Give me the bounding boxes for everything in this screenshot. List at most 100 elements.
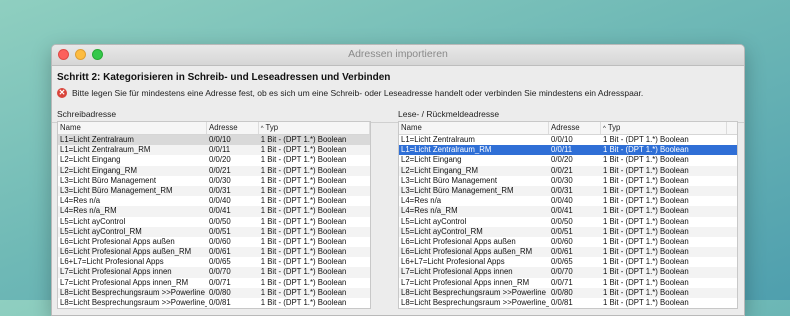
address-cell: 0/0/10 bbox=[209, 135, 231, 144]
type-cell: 1 Bit - (DPT 1.*) Boolean bbox=[260, 287, 347, 297]
table-row[interactable]: L6+L7=Licht Profesional Apps 0/0/65 1 Bit … bbox=[58, 257, 370, 267]
type-cell: 1 Bit - (DPT 1.*) Boolean bbox=[603, 267, 689, 277]
write-address-table[interactable]: Name Adresse ^ Typ L1=Licht Zentralraum 0/… bbox=[57, 121, 371, 310]
type-cell: 1 Bit - (DPT 1.*) Boolean bbox=[260, 145, 347, 155]
name-cell: L4=Res n/a_RM bbox=[401, 206, 458, 216]
table-row[interactable]: L3=Licht Büro Management_RM 0/0/31 1 Bit -… bbox=[399, 185, 737, 197]
table-row[interactable]: L4=Res n/a 0/0/40 1 Bit - (DPT 1.*) Boolea… bbox=[58, 196, 370, 206]
type-cell: 1 Bit - (DPT 1.*) Boolean bbox=[260, 257, 347, 267]
name-cell: L7=Licht Profesional Apps innen bbox=[60, 267, 172, 277]
table-header: Name Adresse ^ Typ bbox=[399, 122, 737, 135]
read-address-table[interactable]: Name Adresse ^ Typ L1=Licht Zentralraum 0/… bbox=[398, 121, 738, 310]
table-row[interactable]: L8=Licht Besprechungsraum >>Powerline 0/0… bbox=[58, 287, 370, 298]
table-row[interactable]: L5=Licht ayControl_RM 0/0/51 1 Bit - (DPT … bbox=[399, 226, 737, 237]
column-header-name[interactable]: Name bbox=[58, 122, 208, 134]
type-cell: 1 Bit - (DPT 1.*) Boolean bbox=[260, 277, 347, 287]
address-cell: 0/0/40 bbox=[209, 196, 231, 206]
table-header: Name Adresse ^ Typ bbox=[58, 122, 370, 135]
table-row[interactable]: L2=Licht Eingang_RM 0/0/21 1 Bit - (DPT 1.… bbox=[58, 165, 370, 176]
type-cell: 1 Bit - (DPT 1.*) Boolean bbox=[260, 226, 347, 236]
column-header-type[interactable]: ^ Typ bbox=[259, 122, 370, 134]
table-row[interactable]: L5=Licht ayControl 0/0/50 1 Bit - (DPT 1.*… bbox=[58, 217, 370, 227]
type-cell: 1 Bit - (DPT 1.*) Boolean bbox=[603, 155, 689, 165]
type-cell: 1 Bit - (DPT 1.*) Boolean bbox=[260, 196, 347, 206]
table-row[interactable]: L1=Licht Zentralraum_RM 0/0/11 1 Bit - (DP… bbox=[58, 145, 370, 156]
type-cell: 1 Bit - (DPT 1.*) Boolean bbox=[603, 216, 689, 226]
address-cell: 0/0/61 bbox=[551, 247, 573, 257]
column-header-name[interactable]: Name bbox=[399, 122, 549, 134]
type-cell: 1 Bit - (DPT 1.*) Boolean bbox=[260, 185, 347, 195]
address-cell: 0/0/80 bbox=[209, 287, 231, 297]
table-row[interactable]: L4=Res n/a_RM 0/0/41 1 Bit - (DPT 1.*) Boo… bbox=[58, 206, 370, 217]
table-row[interactable]: L4=Res n/a_RM 0/0/41 1 Bit - (DPT 1.*) Boo… bbox=[399, 206, 737, 217]
address-cell: 0/0/50 bbox=[551, 216, 573, 226]
address-cell: 0/0/65 bbox=[209, 257, 231, 267]
sort-asc-icon: ^ bbox=[260, 126, 264, 132]
table-row[interactable]: L1=Licht Zentralraum_RM 0/0/11 1 Bit - (DP… bbox=[399, 145, 737, 156]
type-cell: 1 Bit - (DPT 1.*) Boolean bbox=[603, 226, 689, 236]
error-icon: ✕ bbox=[57, 88, 67, 98]
table-row[interactable]: L7=Licht Profesional Apps innen_RM 0/0/71… bbox=[399, 278, 737, 288]
name-cell: L7=Licht Profesional Apps innen bbox=[401, 267, 513, 277]
name-cell: L3=Licht Büro Management bbox=[60, 175, 157, 185]
table-row[interactable]: L3=Licht Büro Management 0/0/30 1 Bit - (D… bbox=[399, 176, 737, 186]
table-row[interactable]: L7=Licht Profesional Apps innen 0/0/70 1 B… bbox=[399, 267, 737, 278]
name-cell: L2=Licht Eingang_RM bbox=[60, 165, 137, 175]
name-cell: L3=Licht Büro Management_RM bbox=[401, 185, 514, 195]
table-row[interactable]: L3=Licht Büro Management 0/0/30 1 Bit - (D… bbox=[58, 176, 370, 186]
name-cell: L8=Licht Besprechungsraum >>Powerline bbox=[60, 287, 205, 297]
address-cell: 0/0/50 bbox=[209, 216, 231, 226]
table-row[interactable]: L3=Licht Büro Management_RM 0/0/31 1 Bit -… bbox=[58, 185, 370, 197]
table-row[interactable]: L2=Licht Eingang 0/0/20 1 Bit - (DPT 1.*) … bbox=[58, 155, 370, 165]
type-cell: 1 Bit - (DPT 1.*) Boolean bbox=[603, 165, 689, 175]
type-cell: 1 Bit - (DPT 1.*) Boolean bbox=[260, 155, 347, 165]
type-cell: 1 Bit - (DPT 1.*) Boolean bbox=[603, 236, 689, 246]
step-title: Schritt 2: Kategorisieren in Schreib- un… bbox=[57, 72, 391, 83]
table-row[interactable]: L6=Licht Profesional Apps außen_RM 0/0/61… bbox=[399, 247, 737, 258]
table-row[interactable]: L6+L7=Licht Profesional Apps 0/0/65 1 Bit … bbox=[399, 257, 737, 267]
type-cell: 1 Bit - (DPT 1.*) Boolean bbox=[603, 287, 689, 297]
table-row[interactable]: L6=Licht Profesional Apps außen 0/0/60 1 B… bbox=[399, 237, 737, 247]
table-row[interactable]: L4=Res n/a 0/0/40 1 Bit - (DPT 1.*) Boolea… bbox=[399, 196, 737, 206]
import-addresses-window: Adressen importieren Schritt 2: Kategori… bbox=[51, 44, 745, 316]
title-bar[interactable]: Adressen importieren bbox=[52, 45, 744, 66]
type-cell: 1 Bit - (DPT 1.*) Boolean bbox=[603, 185, 689, 195]
name-cell: L8=Licht Besprechungsraum >>Powerline bbox=[401, 287, 546, 297]
info-message: ✕ Bitte legen Sie für mindestens eine Ad… bbox=[57, 88, 643, 98]
table-row[interactable]: L6=Licht Profesional Apps außen_RM 0/0/61… bbox=[58, 247, 370, 258]
address-cell: 0/0/60 bbox=[551, 236, 573, 246]
table-row[interactable]: L5=Licht ayControl 0/0/50 1 Bit - (DPT 1.*… bbox=[399, 217, 737, 227]
table-row[interactable]: L6=Licht Profesional Apps außen 0/0/60 1 B… bbox=[58, 237, 370, 247]
address-header-label: Adresse bbox=[551, 123, 580, 132]
name-cell: L2=Licht Eingang bbox=[401, 155, 462, 165]
address-cell: 0/0/51 bbox=[551, 226, 573, 236]
address-cell: 0/0/80 bbox=[551, 287, 573, 297]
type-cell: 1 Bit - (DPT 1.*) Boolean bbox=[603, 206, 689, 216]
name-cell: L6+L7=Licht Profesional Apps bbox=[401, 257, 505, 267]
table-row[interactable]: L8=Licht Besprechungsraum >>Powerline 0/0… bbox=[399, 287, 737, 298]
address-cell: 0/0/40 bbox=[551, 196, 573, 206]
column-header-type[interactable]: ^ Typ bbox=[601, 122, 727, 134]
write-address-panel: Schreibadresse Name Adresse ^ Typ L1=Lich… bbox=[57, 107, 371, 310]
read-address-panel: Lese- / Rückmeldeadresse Name Adresse ^ T… bbox=[398, 107, 738, 310]
table-row[interactable]: L1=Licht Zentralraum 0/0/10 1 Bit - (DPT 1… bbox=[399, 135, 737, 145]
type-cell: 1 Bit - (DPT 1.*) Boolean bbox=[603, 175, 689, 185]
table-row[interactable]: L1=Licht Zentralraum 0/0/10 1 Bit - (DPT 1… bbox=[58, 135, 370, 146]
table-row[interactable]: L2=Licht Eingang 0/0/20 1 Bit - (DPT 1.*) … bbox=[399, 155, 737, 165]
table-row[interactable]: L7=Licht Profesional Apps innen 0/0/70 1 B… bbox=[58, 267, 370, 278]
column-header-address[interactable]: Adresse bbox=[549, 122, 601, 134]
read-address-title: Lese- / Rückmeldeadresse bbox=[398, 109, 500, 119]
table-row[interactable]: L2=Licht Eingang_RM 0/0/21 1 Bit - (DPT 1.… bbox=[399, 165, 737, 176]
type-cell: 1 Bit - (DPT 1.*) Boolean bbox=[260, 135, 347, 144]
name-cell: L4=Res n/a_RM bbox=[60, 206, 117, 216]
name-cell: L6=Licht Profesional Apps außen bbox=[60, 236, 175, 246]
table-row[interactable]: L5=Licht ayControl_RM 0/0/51 1 Bit - (DPT … bbox=[58, 226, 370, 237]
name-cell: L4=Res n/a bbox=[60, 196, 101, 206]
type-header-label: Typ bbox=[607, 123, 621, 132]
name-cell: L6=Licht Profesional Apps außen_RM bbox=[60, 247, 192, 257]
write-address-title: Schreibadresse bbox=[57, 109, 117, 119]
column-header-address[interactable]: Adresse bbox=[207, 122, 259, 134]
table-row[interactable]: L7=Licht Profesional Apps innen_RM 0/0/71… bbox=[58, 278, 370, 288]
name-cell: L6=Licht Profesional Apps außen bbox=[401, 236, 516, 246]
write-address-rows: L1=Licht Zentralraum 0/0/10 1 Bit - (DPT 1… bbox=[58, 135, 370, 308]
